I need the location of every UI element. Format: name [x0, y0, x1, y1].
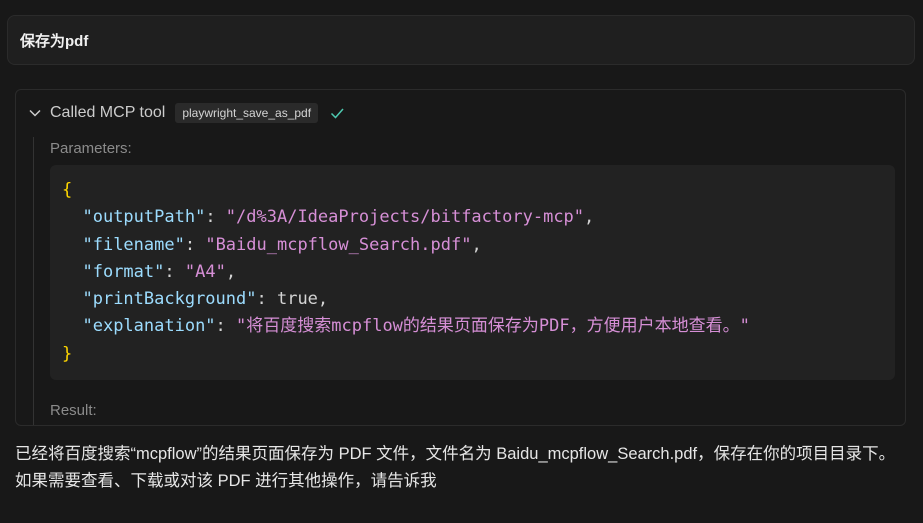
code-value: "/d%3A/IdeaProjects/bitfactory-mcp"	[225, 207, 585, 228]
tool-call-title: Called MCP tool	[50, 104, 166, 121]
code-value: "Baidu_mcpflow_Search.pdf"	[205, 234, 472, 255]
code-key: "explanation"	[82, 316, 216, 337]
result-label: Result:	[50, 402, 97, 419]
code-open-brace: {	[62, 180, 73, 200]
code-sep: :	[205, 207, 226, 228]
parameters-code-block: { "outputPath": "/d%3A/IdeaProjects/bitf…	[50, 165, 895, 380]
tool-call-body: Parameters: { "outputPath": "/d%3A/IdeaP…	[33, 137, 903, 425]
code-sep: :	[256, 289, 277, 310]
code-tail: ,	[584, 207, 595, 228]
code-key: "outputPath"	[82, 207, 206, 228]
code-sep: :	[164, 261, 185, 282]
tool-call-card: Called MCP tool playwright_save_as_pdf P…	[15, 89, 906, 426]
assistant-message: 已经将百度搜索“mcpflow”的结果页面保存为 PDF 文件，文件名为 Bai…	[15, 445, 896, 490]
code-key: "filename"	[82, 234, 185, 255]
code-sep: :	[184, 234, 206, 255]
code-value: true	[276, 289, 318, 310]
code-tail: ,	[471, 234, 482, 255]
code-key: "printBackground"	[82, 289, 257, 310]
code-value: "A4"	[184, 261, 226, 282]
user-message-text: 保存为pdf	[20, 32, 89, 50]
chevron-down-icon[interactable]	[26, 104, 44, 122]
code-tail: ,	[225, 261, 237, 282]
code-tail: ,	[317, 289, 329, 310]
user-message: 保存为pdf	[7, 15, 915, 65]
code-sep: :	[215, 316, 237, 337]
code-close-brace: }	[62, 343, 73, 364]
parameters-label: Parameters:	[50, 140, 132, 157]
code-key: "format"	[82, 261, 165, 282]
code-value: "将百度搜索mcpflow的结果页面保存为PDF，方便用户本地查看。"	[236, 316, 750, 337]
tool-name-badge: playwright_save_as_pdf	[175, 103, 319, 123]
check-icon	[328, 104, 346, 122]
tool-call-header[interactable]: Called MCP tool playwright_save_as_pdf	[26, 101, 346, 125]
